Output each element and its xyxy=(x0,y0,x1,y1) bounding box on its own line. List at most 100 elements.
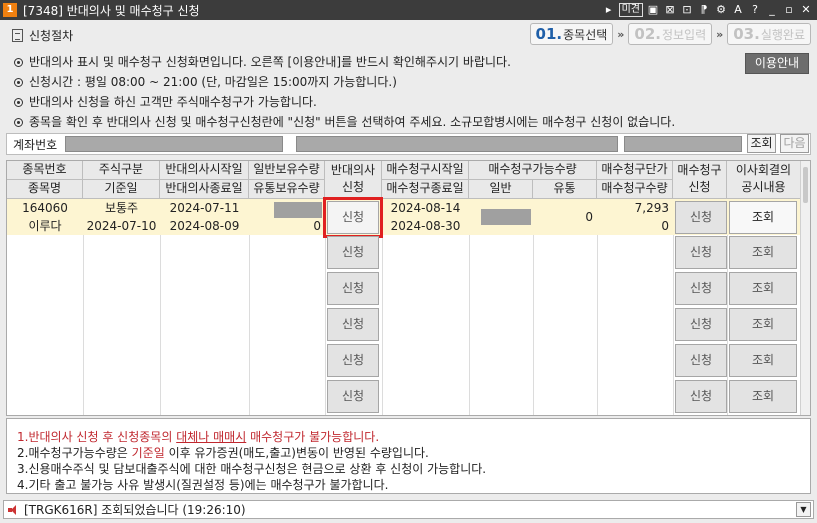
header-claimable-qty: 매수청구가능수량 xyxy=(469,161,597,180)
bullet-icon xyxy=(14,77,23,87)
pin-icon[interactable]: ▣ xyxy=(646,2,660,18)
purchase-apply-button[interactable]: 신청 xyxy=(675,201,727,234)
header-board-resolution: 이사회결의 공시내용 xyxy=(727,161,801,199)
title-toolbar: ▸ 미견 ▣ ⊠ ⊡ ⁋ ⚙ A? _ ▫ ✕ xyxy=(602,2,813,18)
notice-item: 반대의사 신청을 하신 고객만 주식매수청구가 가능합니다. xyxy=(14,92,734,112)
header-purchase-apply: 매수청구 신청 xyxy=(673,161,727,199)
camera-icon[interactable]: ⊡ xyxy=(680,2,694,18)
footnote-text: 이후 유가증권(매도,출고)변동이 반영된 수량입니다. xyxy=(164,446,429,460)
account-number-field[interactable] xyxy=(65,136,283,152)
header-line: 매수청구 xyxy=(677,163,722,177)
footnote-underline: 대체나 매매시 xyxy=(176,430,247,444)
step-number: 01. xyxy=(535,25,563,43)
bookmark-icon[interactable]: ⁋ xyxy=(697,2,711,18)
header-float-qty: 유통보유수량 xyxy=(249,180,325,199)
objection-apply-button[interactable]: 신청 xyxy=(327,272,379,305)
window-titlebar: 1 [7348] 반대의사 및 매수청구 신청 ▸ 미견 ▣ ⊠ ⊡ ⁋ ⚙ A? _ ▫ ✕ xyxy=(0,0,817,20)
board-view-button[interactable]: 조회 xyxy=(729,236,797,269)
cell-purchase-start: 2024-08-14 xyxy=(390,201,461,215)
stock-grid: 종목번호 주식구분 반대의사시작일 일반보유수량 반대의사 신청 매수청구시작일… xyxy=(6,160,811,416)
board-view-button[interactable]: 조회 xyxy=(729,272,797,305)
step-select-stock: 01. 종목선택 xyxy=(529,23,614,45)
bullet-icon xyxy=(14,57,23,67)
account-label: 계좌번호 xyxy=(13,137,58,152)
notice-item: 반대의사 표시 및 매수청구 신청화면입니다. 오른쪽 [이용안내]를 반드시 … xyxy=(14,52,734,72)
board-view-button[interactable]: 조회 xyxy=(729,380,797,413)
header-objection-apply: 반대의사 신청 xyxy=(325,161,382,199)
account-name-field xyxy=(296,136,618,152)
header-general-qty: 일반보유수량 xyxy=(249,161,325,180)
cell-objection-end: 2024-08-09 xyxy=(169,219,240,233)
header-purchase-start: 매수청구시작일 xyxy=(382,161,469,180)
notice-text: 반대의사 신청을 하신 고객만 주식매수청구가 가능합니다. xyxy=(29,95,317,109)
purchase-apply-button[interactable]: 신청 xyxy=(675,308,727,341)
document-icon xyxy=(12,28,23,42)
grid-scrollbar[interactable] xyxy=(800,161,810,415)
memo-icon[interactable]: 미견 xyxy=(618,3,643,17)
help-icon[interactable]: ? xyxy=(748,2,762,18)
board-view-button[interactable]: 조회 xyxy=(729,344,797,377)
cell-stock-type: 보통주 xyxy=(104,201,139,215)
usage-guide-button[interactable]: 이용안내 xyxy=(745,53,809,74)
close-icon[interactable]: ✕ xyxy=(799,2,813,18)
footnote-text: 매수청구가 불가능합니다. xyxy=(246,430,380,444)
objection-apply-button[interactable]: 신청 xyxy=(327,344,379,377)
objection-apply-button[interactable]: 신청 xyxy=(327,380,379,413)
objection-apply-button[interactable]: 신청 xyxy=(327,236,379,269)
footnote-highlight: 기준일 xyxy=(131,446,165,460)
scrollbar-thumb[interactable] xyxy=(803,167,808,203)
header-base-date: 기준일 xyxy=(83,180,160,199)
header-purchase-qty: 매수청구수량 xyxy=(597,180,673,199)
cell-objection-start: 2024-07-11 xyxy=(169,201,240,215)
purchase-apply-button[interactable]: 신청 xyxy=(675,344,727,377)
footnote-text: 1.반대의사 신청 후 신청종목의 xyxy=(17,430,177,444)
window-title: [7348] 반대의사 및 매수청구 신청 xyxy=(23,3,200,18)
footnote-panel: 1.반대의사 신청 후 신청종목의 대체나 매매시 매수청구가 불가능합니다. … xyxy=(6,418,811,494)
header-purchase-end: 매수청구종료일 xyxy=(382,180,469,199)
cell-claimable-float: 0 xyxy=(585,210,593,224)
board-view-button[interactable]: 조회 xyxy=(729,308,797,341)
cell-float-qty: 0 xyxy=(313,219,321,233)
step-number: 03. xyxy=(733,25,760,43)
notice-list: 반대의사 표시 및 매수청구 신청화면입니다. 오른쪽 [이용안내]를 반드시 … xyxy=(14,52,734,132)
play-icon[interactable]: ▸ xyxy=(602,2,616,18)
purchase-apply-button[interactable]: 신청 xyxy=(675,236,727,269)
objection-apply-button[interactable]: 신청 xyxy=(323,197,383,238)
footnote-4: 4.기타 출고 불가능 사유 발생시(질권설정 등)에는 매수청구가 불가합니다… xyxy=(17,478,389,492)
header-stock-type: 주식구분 xyxy=(83,161,160,180)
header-line: 공시내용 xyxy=(741,180,786,194)
maximize-box-icon[interactable]: ⊠ xyxy=(663,2,677,18)
lookup-button[interactable]: 조회 xyxy=(747,134,776,153)
process-title: 신청절차 xyxy=(29,28,74,43)
window-number-badge: 1 xyxy=(3,3,17,17)
cell-purchase-end: 2024-08-30 xyxy=(390,219,461,233)
cell-code: 164060 xyxy=(22,201,68,215)
next-button[interactable]: 다음 xyxy=(780,134,809,153)
minimize-icon[interactable]: _ xyxy=(765,2,779,18)
purchase-apply-button[interactable]: 신청 xyxy=(675,380,727,413)
purchase-apply-button[interactable]: 신청 xyxy=(675,272,727,305)
notice-text: 반대의사 표시 및 매수청구 신청화면입니다. 오른쪽 [이용안내]를 반드시 … xyxy=(29,55,511,69)
process-bar: 신청절차 01. 종목선택 » 02. 정보입력 » 03. 실행완료 xyxy=(6,23,811,47)
header-objection-start: 반대의사시작일 xyxy=(160,161,249,180)
restore-icon[interactable]: ▫ xyxy=(782,2,796,18)
footnote-1: 1.반대의사 신청 후 신청종목의 대체나 매매시 매수청구가 불가능합니다. xyxy=(17,429,810,445)
status-dropdown-button[interactable]: ▼ xyxy=(796,502,811,517)
header-unit-price: 매수청구단가 xyxy=(597,161,673,180)
header-claimable-general: 일반 xyxy=(469,180,533,199)
board-view-button[interactable]: 조회 xyxy=(729,201,797,234)
header-line: 신청 xyxy=(341,180,365,194)
text-size-icon[interactable]: A xyxy=(731,2,745,18)
footnote-2: 2.매수청구가능수량은 기준일 이후 유가증권(매도,출고)변동이 반영된 수량… xyxy=(17,445,810,461)
step-label: 정보입력 xyxy=(661,27,707,42)
settings-icon[interactable]: ⚙ xyxy=(714,2,728,18)
status-bar: [TRGK616R] 조회되었습니다 (19:26:10) ▼ xyxy=(3,500,814,519)
cell-purchase-qty: 0 xyxy=(661,219,669,233)
bullet-icon xyxy=(14,117,23,127)
cell-unit-price: 7,293 xyxy=(634,201,669,215)
footnote-text: 2.매수청구가능수량은 xyxy=(17,446,132,460)
account-bar: 계좌번호 조회 다음 xyxy=(6,133,811,155)
password-field[interactable] xyxy=(624,136,742,152)
step-complete: 03. 실행완료 xyxy=(727,23,811,45)
objection-apply-button[interactable]: 신청 xyxy=(327,308,379,341)
